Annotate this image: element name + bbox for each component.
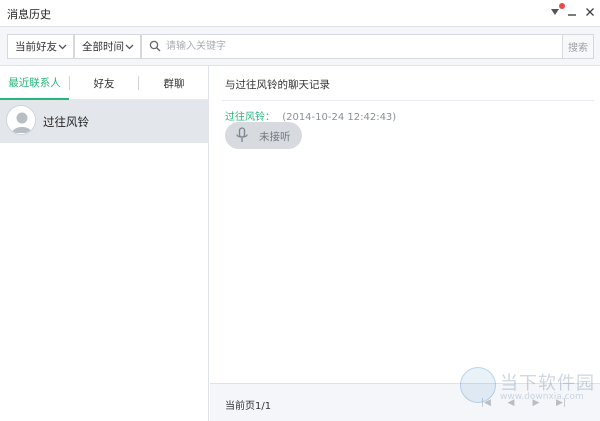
tab-recent-contacts[interactable]: 最近联系人	[0, 66, 69, 100]
title-bar: 消息历史	[0, 0, 600, 26]
chevron-down-icon	[58, 44, 67, 50]
search-input[interactable]	[166, 38, 556, 55]
tab-label: 好友	[93, 77, 115, 90]
filter-bar: 当前好友 全部时间 搜索	[0, 26, 600, 66]
contact-tabs: 最近联系人 好友 群聊	[0, 66, 209, 100]
chevron-down-icon	[125, 44, 134, 50]
menu-button[interactable]	[547, 3, 565, 21]
user-avatar-icon	[8, 107, 35, 134]
contacts-panel: 最近联系人 好友 群聊 过往风铃	[0, 66, 209, 421]
chat-panel: 与过往风铃的聊天记录 过往风铃： (2014-10-24 12:42:43) 未…	[210, 66, 600, 421]
tab-group-chats[interactable]: 群聊	[139, 66, 209, 100]
microphone-icon	[236, 127, 248, 142]
divider	[222, 100, 594, 101]
search-icon	[149, 40, 161, 52]
message-header: 过往风铃： (2014-10-24 12:42:43)	[225, 108, 396, 123]
time-scope-dropdown[interactable]: 全部时间	[74, 34, 141, 59]
friend-scope-dropdown[interactable]: 当前好友	[7, 34, 74, 59]
search-box	[141, 34, 563, 59]
voice-status: 未接听	[259, 131, 291, 143]
search-button[interactable]: 搜索	[562, 34, 594, 59]
close-button[interactable]	[582, 3, 598, 21]
tab-label: 最近联系人	[8, 76, 61, 89]
contact-name: 过往风铃	[43, 115, 89, 129]
minimize-icon	[568, 14, 576, 16]
watermark-url: www.downxia.com	[500, 392, 584, 402]
avatar	[6, 105, 36, 135]
watermark-logo	[460, 367, 496, 403]
voice-message[interactable]: 未接听	[225, 122, 302, 149]
friend-scope-value: 当前好友	[15, 41, 57, 53]
search-button-label: 搜索	[568, 43, 588, 54]
window-title: 消息历史	[7, 8, 51, 21]
time-scope-value: 全部时间	[82, 41, 124, 53]
close-icon	[586, 8, 594, 16]
minimize-button[interactable]	[564, 3, 580, 21]
message-time: (2014-10-24 12:42:43)	[282, 112, 397, 123]
tab-friends[interactable]: 好友	[70, 66, 138, 100]
contact-item[interactable]: 过往风铃	[0, 100, 209, 143]
page-indicator: 当前页1/1	[225, 401, 272, 412]
tab-label: 群聊	[163, 77, 185, 90]
menu-arrow-icon	[551, 9, 559, 15]
chat-title: 与过往风铃的聊天记录	[225, 79, 330, 91]
